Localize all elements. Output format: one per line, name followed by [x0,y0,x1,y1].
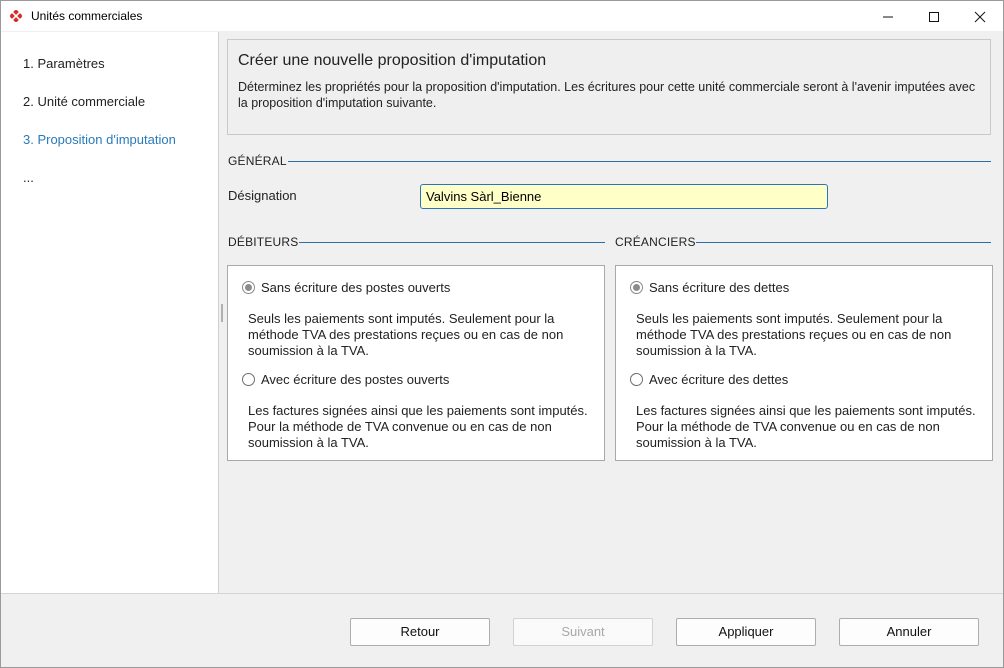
splitter-handle[interactable] [221,304,223,322]
debiteurs-option2-radio[interactable] [242,373,255,386]
step-unite-commerciale[interactable]: 2. Unité commerciale [23,94,145,109]
creanciers-option2-description: Les factures signées ainsi que les paiem… [636,403,976,450]
section-debiteurs-label: DÉBITEURS [228,235,299,249]
step-description: Déterminez les propriétés pour la propos… [238,80,976,110]
next-button[interactable]: Suivant [513,618,653,646]
debiteurs-option1-radio[interactable] [242,281,255,294]
close-button[interactable] [957,1,1003,31]
creanciers-option2-radio[interactable] [630,373,643,386]
step-parametres[interactable]: 1. Paramètres [23,56,105,71]
window-title: Unités commerciales [31,9,143,23]
wizard-window: Unités commerciales 1. Paramètres 2. Uni… [0,0,1004,668]
section-general-divider [288,161,991,162]
debiteurs-option1-description: Seuls les paiements sont imputés. Seulem… [248,311,564,358]
designation-label: Désignation [228,188,297,203]
footer-divider [1,593,1003,594]
title-bar[interactable]: Unités commerciales [1,1,1003,31]
maximize-button[interactable] [911,1,957,31]
creanciers-option2-label[interactable]: Avec écriture des dettes [649,372,788,387]
debiteurs-option2-description: Les factures signées ainsi que les paiem… [248,403,588,450]
creanciers-options-panel: Sans écriture des dettes Seuls les paiem… [615,265,993,461]
debiteurs-option1-label[interactable]: Sans écriture des postes ouverts [261,280,450,295]
step-header: Créer une nouvelle proposition d'imputat… [227,39,991,135]
app-logo-icon [10,10,22,22]
cancel-button[interactable]: Annuler [839,618,979,646]
minimize-button[interactable] [865,1,911,31]
section-debiteurs-divider [299,242,605,243]
maximize-icon [929,12,939,22]
debiteurs-options-panel: Sans écriture des postes ouverts Seuls l… [227,265,605,461]
section-general-label: GÉNÉRAL [228,154,287,168]
step-proposition-imputation[interactable]: 3. Proposition d'imputation [23,132,176,147]
step-title: Créer une nouvelle proposition d'imputat… [238,52,547,69]
creanciers-option1-radio[interactable] [630,281,643,294]
debiteurs-option2-label[interactable]: Avec écriture des postes ouverts [261,372,449,387]
creanciers-option1-label[interactable]: Sans écriture des dettes [649,280,789,295]
apply-button[interactable]: Appliquer [676,618,816,646]
section-creanciers-label: CRÉANCIERS [615,235,696,249]
section-creanciers-divider [696,242,991,243]
close-icon [974,11,986,23]
back-button[interactable]: Retour [350,618,490,646]
designation-input[interactable] [420,184,828,209]
minimize-icon [883,16,893,18]
wizard-steps-sidebar: 1. Paramètres 2. Unité commerciale 3. Pr… [1,32,219,593]
step-more: ... [23,170,34,185]
creanciers-option1-description: Seuls les paiements sont imputés. Seulem… [636,311,952,358]
